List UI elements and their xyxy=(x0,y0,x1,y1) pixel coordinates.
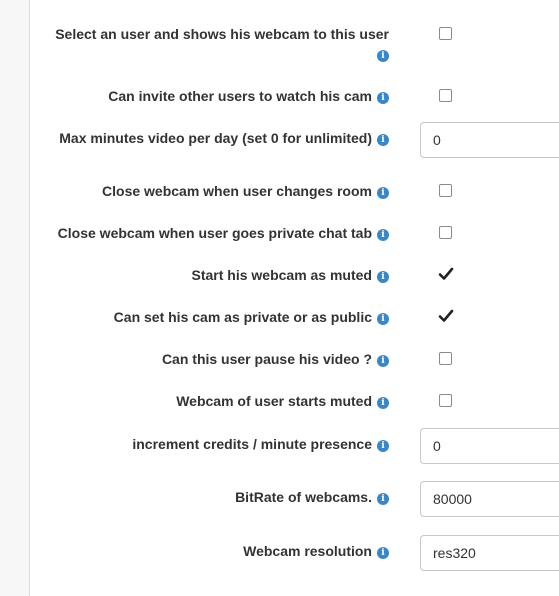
setting-checkbox[interactable] xyxy=(439,226,452,239)
setting-label-text: Select an user and shows his webcam to t… xyxy=(55,26,389,42)
setting-label: Can set his cam as private or as public i xyxy=(39,307,389,327)
setting-label-text: increment credits / minute presence xyxy=(132,436,372,452)
setting-label-text: Can this user pause his video ? xyxy=(161,351,372,367)
setting-label-text: Can invite other users to watch his cam xyxy=(108,88,372,104)
setting-label-text: Close webcam when user changes room xyxy=(102,183,372,199)
setting-label: Max minutes video per day (set 0 for unl… xyxy=(39,128,389,148)
setting-label: Webcam of user starts muted i xyxy=(39,391,389,411)
info-icon[interactable]: i xyxy=(377,355,389,367)
max-minutes-input[interactable]: 0 xyxy=(420,122,559,158)
info-icon[interactable]: i xyxy=(377,92,389,104)
setting-label-text: Webcam of user starts muted xyxy=(176,393,372,409)
setting-label: Close webcam when user changes room i xyxy=(39,181,389,201)
setting-label-text: Start his webcam as muted xyxy=(191,267,372,283)
setting-checkbox[interactable] xyxy=(438,267,454,281)
info-icon[interactable]: i xyxy=(377,440,389,452)
check-icon xyxy=(438,267,454,280)
info-icon[interactable]: i xyxy=(377,229,389,241)
left-panel-edge xyxy=(0,0,30,596)
setting-checkbox[interactable] xyxy=(439,184,452,197)
setting-checkbox[interactable] xyxy=(439,352,452,365)
setting-label-text: Webcam resolution xyxy=(243,543,372,559)
check-icon xyxy=(438,309,454,322)
setting-label: Can this user pause his video ? i xyxy=(39,349,389,369)
bitrate-input[interactable]: 80000 xyxy=(420,481,559,517)
setting-checkbox[interactable] xyxy=(439,89,452,102)
setting-checkbox[interactable] xyxy=(439,27,452,40)
setting-label: Webcam resolution i xyxy=(39,541,389,561)
setting-checkbox[interactable] xyxy=(439,394,452,407)
setting-label-text: Max minutes video per day (set 0 for unl… xyxy=(59,130,372,146)
setting-label: BitRate of webcams. i xyxy=(39,487,389,507)
info-icon[interactable]: i xyxy=(377,134,389,146)
info-icon[interactable]: i xyxy=(377,547,389,559)
info-icon[interactable]: i xyxy=(377,187,389,199)
info-icon[interactable]: i xyxy=(377,50,389,62)
setting-label: Select an user and shows his webcam to t… xyxy=(49,24,389,64)
setting-label-text: Close webcam when user goes private chat… xyxy=(57,225,372,241)
info-icon[interactable]: i xyxy=(377,313,389,325)
setting-label-text: BitRate of webcams. xyxy=(235,489,372,505)
setting-label: Start his webcam as muted i xyxy=(39,265,389,285)
setting-label: increment credits / minute presence i xyxy=(39,434,389,454)
increment-credits-input[interactable]: 0 xyxy=(420,428,559,464)
info-icon[interactable]: i xyxy=(377,271,389,283)
setting-label: Close webcam when user goes private chat… xyxy=(29,223,389,243)
setting-checkbox[interactable] xyxy=(438,309,454,323)
info-icon[interactable]: i xyxy=(377,397,389,409)
resolution-input[interactable]: res320 xyxy=(420,535,559,571)
setting-label: Can invite other users to watch his cam i xyxy=(39,86,389,106)
info-icon[interactable]: i xyxy=(377,493,389,505)
setting-label-text: Can set his cam as private or as public xyxy=(113,309,372,325)
